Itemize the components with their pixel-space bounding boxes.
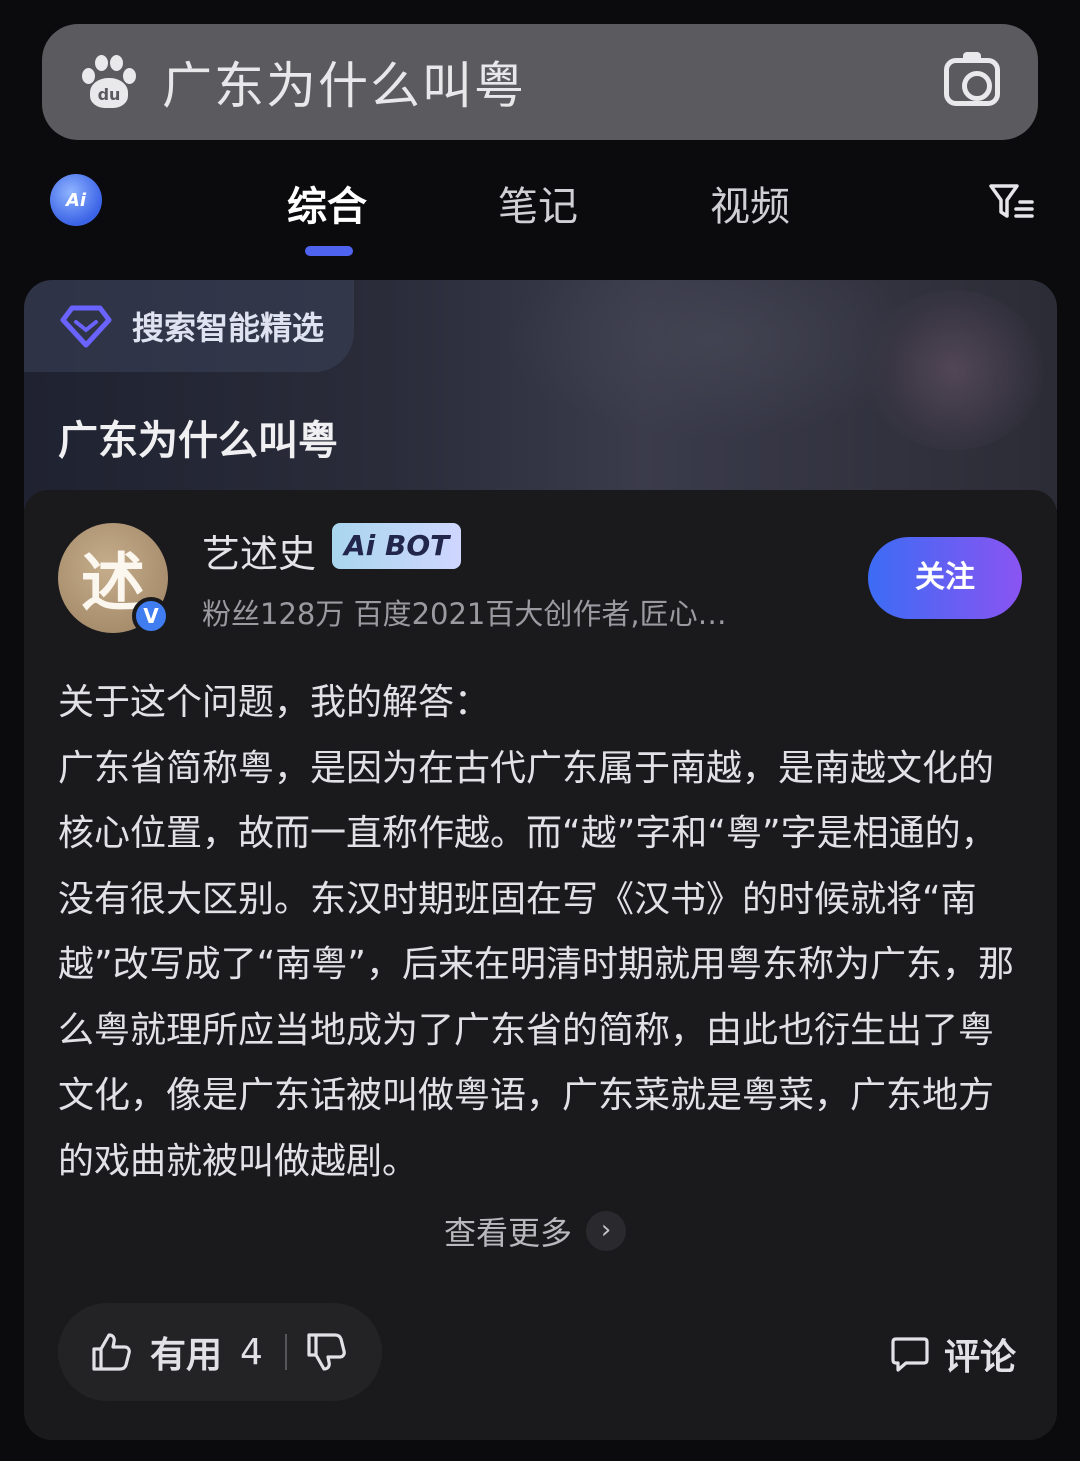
ai-assistant-icon[interactable]: Ai <box>50 174 102 226</box>
useful-label: 有用 <box>150 1335 223 1376</box>
answer-body-panel: 述 V 艺述史 Ai BOT 粉丝128万 百度2021百大创作者,匠心… 关注… <box>24 490 1057 1440</box>
smart-pick-text: 搜索智能精选 <box>132 309 325 347</box>
answer-text: 关于这个问题，我的解答： 广东省简称粤，是因为在古代广东属于南越，是南越文化的核… <box>58 670 1018 1194</box>
smart-pick-label: 搜索智能精选 <box>24 280 354 372</box>
author-row: 述 V 艺述史 Ai BOT 粉丝128万 百度2021百大创作者,匠心… 关注 <box>58 523 1028 635</box>
active-tab-indicator <box>305 246 353 256</box>
baidu-paw-icon: du <box>80 54 136 110</box>
camera-icon[interactable] <box>944 52 1000 106</box>
card-title: 广东为什么叫粤 <box>58 418 338 464</box>
comment-icon <box>891 1337 929 1372</box>
comment-button[interactable]: 评论 <box>890 1328 1016 1380</box>
author-meta: 粉丝128万 百度2021百大创作者,匠心… <box>202 597 727 631</box>
tab-comprehensive[interactable]: 综合 <box>287 174 367 232</box>
vote-divider <box>284 1334 287 1370</box>
vote-bar: 有用 4 <box>58 1303 382 1401</box>
baidu-logo-text: du <box>90 78 128 108</box>
view-more-label: 查看更多 <box>444 1214 573 1252</box>
ai-answer-card: 搜索智能精选 广东为什么叫粤 述 V 艺述史 Ai BOT 粉丝128万 百度2… <box>24 280 1057 1440</box>
thumbs-up-icon[interactable] <box>90 1331 132 1373</box>
answer-body: 广东省简称粤，是因为在古代广东属于南越，是南越文化的核心位置，故而一直称作越。而… <box>58 747 1014 1182</box>
filter-icon[interactable] <box>988 182 1034 222</box>
follow-button[interactable]: 关注 <box>868 537 1022 619</box>
diamond-icon <box>60 305 112 348</box>
verified-badge-icon: V <box>132 597 170 635</box>
author-name[interactable]: 艺述史 <box>202 523 316 578</box>
ai-bot-badge: Ai BOT <box>332 523 462 569</box>
comment-label: 评论 <box>944 1337 1017 1378</box>
search-bar[interactable]: du 广东为什么叫粤 <box>42 24 1038 140</box>
ai-badge-label: Ai <box>65 189 87 211</box>
answer-intro: 关于这个问题，我的解答： <box>58 682 491 723</box>
tab-bar: Ai 综合 笔记 视频 <box>0 160 1080 260</box>
thumbs-down-icon[interactable] <box>305 1331 347 1373</box>
useful-count: 4 <box>240 1331 263 1373</box>
search-query[interactable]: 广东为什么叫粤 <box>162 46 944 118</box>
tab-videos[interactable]: 视频 <box>710 174 790 232</box>
tab-notes[interactable]: 笔记 <box>498 174 578 232</box>
view-more-button[interactable]: 查看更多 › <box>444 1208 627 1254</box>
chevron-right-icon: › <box>586 1211 627 1251</box>
